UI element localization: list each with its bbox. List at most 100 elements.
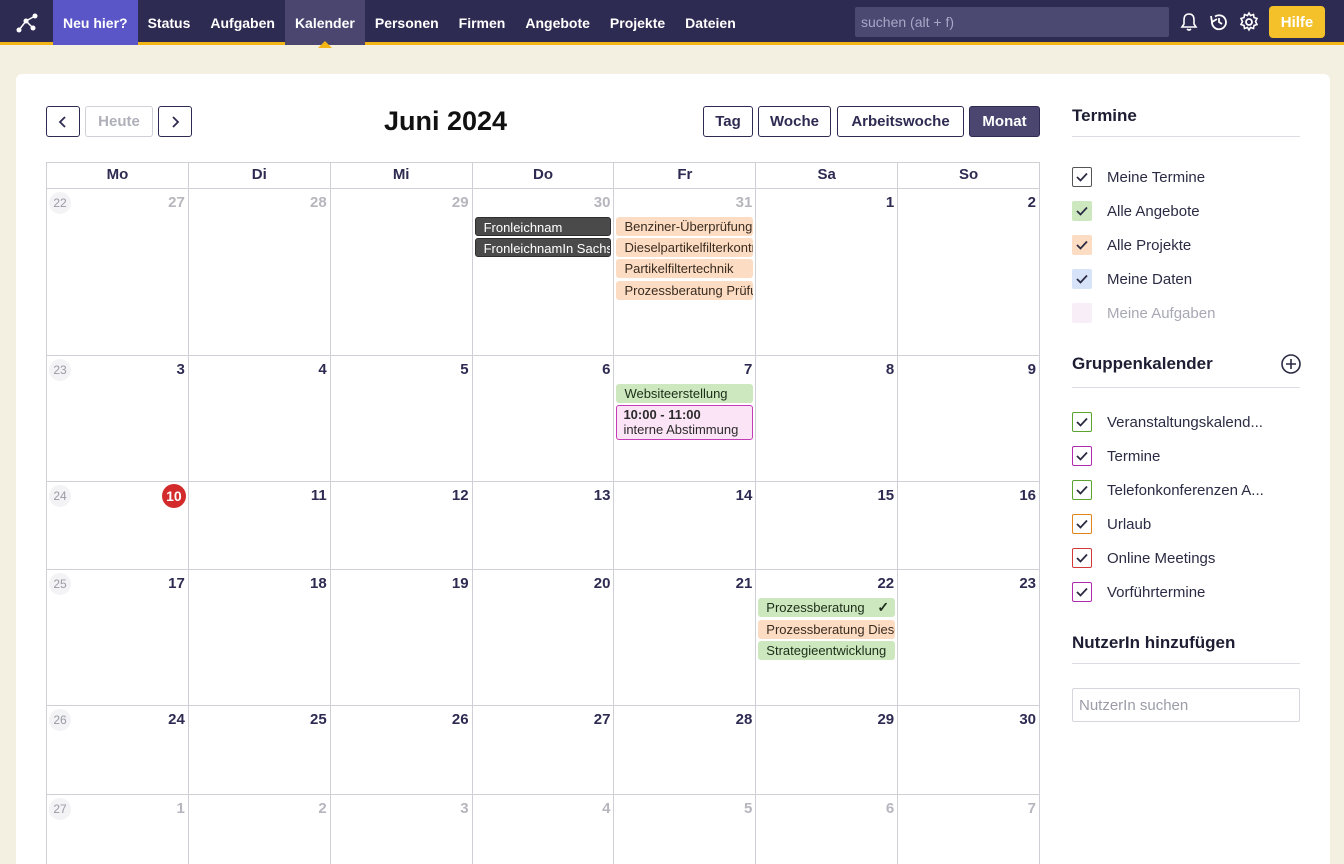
checkbox[interactable]	[1072, 235, 1092, 255]
week-number[interactable]: 27	[49, 798, 71, 820]
day-number[interactable]: 12	[452, 487, 469, 504]
day-cell[interactable]: 24 10	[47, 482, 188, 569]
day-cell[interactable]: 30	[897, 706, 1039, 794]
checkbox[interactable]	[1072, 167, 1092, 187]
day-cell[interactable]: 26 24	[47, 706, 188, 794]
day-cell[interactable]: 1	[755, 189, 897, 355]
day-number[interactable]: 29	[452, 194, 469, 211]
day-cell[interactable]: 20	[471, 570, 614, 705]
day-cell[interactable]: 25	[187, 706, 330, 794]
checkbox[interactable]	[1072, 269, 1092, 289]
filter-meine-aufgaben[interactable]: Meine Aufgaben	[1072, 303, 1215, 323]
nav-firmen[interactable]: Firmen	[449, 0, 516, 45]
day-cell[interactable]: 12	[329, 482, 472, 569]
day-number[interactable]: 29	[877, 711, 894, 728]
today-day-number[interactable]: 10	[161, 484, 186, 508]
day-number[interactable]: 16	[1019, 487, 1036, 504]
event-project[interactable]: Dieselpartikelfilterkontrolle	[616, 238, 754, 257]
event-project[interactable]: Benziner-Überprüfung	[616, 217, 754, 236]
nav-neu-hier[interactable]: Neu hier?	[53, 0, 138, 45]
day-cell[interactable]: 13	[471, 482, 614, 569]
search-input[interactable]	[855, 7, 1169, 37]
day-cell[interactable]: 6	[471, 356, 614, 481]
help-button[interactable]: Hilfe	[1269, 6, 1325, 38]
day-number[interactable]: 11	[311, 487, 327, 504]
day-cell[interactable]: 14	[613, 482, 755, 569]
day-number[interactable]: 27	[168, 194, 185, 211]
nav-status[interactable]: Status	[138, 0, 201, 45]
day-number[interactable]: 2	[1028, 194, 1036, 211]
checkbox[interactable]	[1072, 446, 1092, 466]
week-number[interactable]: 26	[49, 709, 71, 731]
day-number[interactable]: 7	[1028, 800, 1036, 817]
filter-alle-projekte[interactable]: Alle Projekte	[1072, 235, 1191, 255]
day-number[interactable]: 8	[886, 361, 894, 378]
day-cell[interactable]: 29	[755, 706, 897, 794]
day-number[interactable]: 5	[744, 800, 752, 817]
checkbox[interactable]	[1072, 201, 1092, 221]
prev-month-button[interactable]	[46, 106, 80, 137]
day-number[interactable]: 2	[318, 800, 326, 817]
add-group-calendar-button[interactable]	[1280, 353, 1302, 375]
day-number[interactable]: 18	[310, 575, 327, 592]
day-number[interactable]: 20	[594, 575, 611, 592]
day-number[interactable]: 7	[744, 361, 752, 378]
nav-aufgaben[interactable]: Aufgaben	[200, 0, 285, 45]
checkbox[interactable]	[1072, 303, 1092, 323]
day-number[interactable]: 31	[736, 194, 753, 211]
filter-meine-termine[interactable]: Meine Termine	[1072, 167, 1205, 187]
week-number[interactable]: 23	[49, 359, 71, 381]
day-number[interactable]: 17	[168, 575, 185, 592]
day-number[interactable]: 6	[886, 800, 894, 817]
day-number[interactable]: 30	[594, 194, 611, 211]
day-cell[interactable]: 11	[187, 482, 330, 569]
checkbox[interactable]	[1072, 412, 1092, 432]
group-calendar-item[interactable]: Online Meetings	[1072, 548, 1215, 568]
checkbox[interactable]	[1072, 548, 1092, 568]
day-number[interactable]: 1	[886, 194, 894, 211]
user-search-input[interactable]	[1072, 688, 1300, 722]
gear-icon[interactable]	[1237, 10, 1261, 34]
day-number[interactable]: 13	[594, 487, 611, 504]
nav-dateien[interactable]: Dateien	[675, 0, 746, 45]
day-cell[interactable]: 28	[187, 189, 330, 355]
day-cell[interactable]: 5	[613, 795, 755, 864]
day-cell[interactable]: 23 3	[47, 356, 188, 481]
day-cell[interactable]: 7	[897, 795, 1039, 864]
day-cell[interactable]: 26	[329, 706, 472, 794]
day-cell[interactable]: 19	[329, 570, 472, 705]
bell-icon[interactable]	[1177, 10, 1201, 34]
day-number[interactable]: 5	[460, 361, 468, 378]
event-offer[interactable]: Websiteerstellung	[616, 384, 754, 403]
event-project[interactable]: Partikelfiltertechnik	[616, 259, 754, 278]
event-holiday[interactable]: FronleichnamIn Sachsen	[474, 238, 612, 257]
today-button[interactable]: Heute	[85, 106, 153, 137]
checkbox[interactable]	[1072, 480, 1092, 500]
view-workweek-button[interactable]: Arbeitswoche	[837, 106, 964, 137]
day-cell[interactable]: 9	[897, 356, 1039, 481]
day-cell[interactable]: 2	[187, 795, 330, 864]
day-cell[interactable]: 8	[755, 356, 897, 481]
checkbox[interactable]	[1072, 582, 1092, 602]
group-calendar-item[interactable]: Veranstaltungskalend...	[1072, 412, 1263, 432]
view-day-button[interactable]: Tag	[703, 106, 753, 137]
day-cell[interactable]: 22 Prozessberatung ✓ Prozessberatung Die…	[755, 570, 897, 705]
day-number[interactable]: 30	[1019, 711, 1036, 728]
week-number[interactable]: 22	[49, 192, 71, 214]
week-number[interactable]: 24	[49, 485, 71, 507]
day-cell[interactable]: 25 17	[47, 570, 188, 705]
day-number[interactable]: 4	[602, 800, 610, 817]
next-month-button[interactable]	[158, 106, 192, 137]
day-cell[interactable]: 6	[755, 795, 897, 864]
day-cell[interactable]: 7 Websiteerstellung 10:00 - 11:00 intern…	[613, 356, 755, 481]
day-number[interactable]: 19	[452, 575, 469, 592]
event-project[interactable]: Prozessberatung Prüfung	[616, 281, 754, 300]
day-cell[interactable]: 31 Benziner-Überprüfung Dieselpartikelfi…	[613, 189, 755, 355]
day-number[interactable]: 28	[310, 194, 327, 211]
day-cell[interactable]: 23	[897, 570, 1039, 705]
day-number[interactable]: 3	[177, 361, 185, 378]
view-month-button[interactable]: Monat	[969, 106, 1040, 137]
filter-alle-angebote[interactable]: Alle Angebote	[1072, 201, 1200, 221]
event-offer[interactable]: Strategieentwicklung	[758, 641, 896, 660]
day-cell[interactable]: 15	[755, 482, 897, 569]
